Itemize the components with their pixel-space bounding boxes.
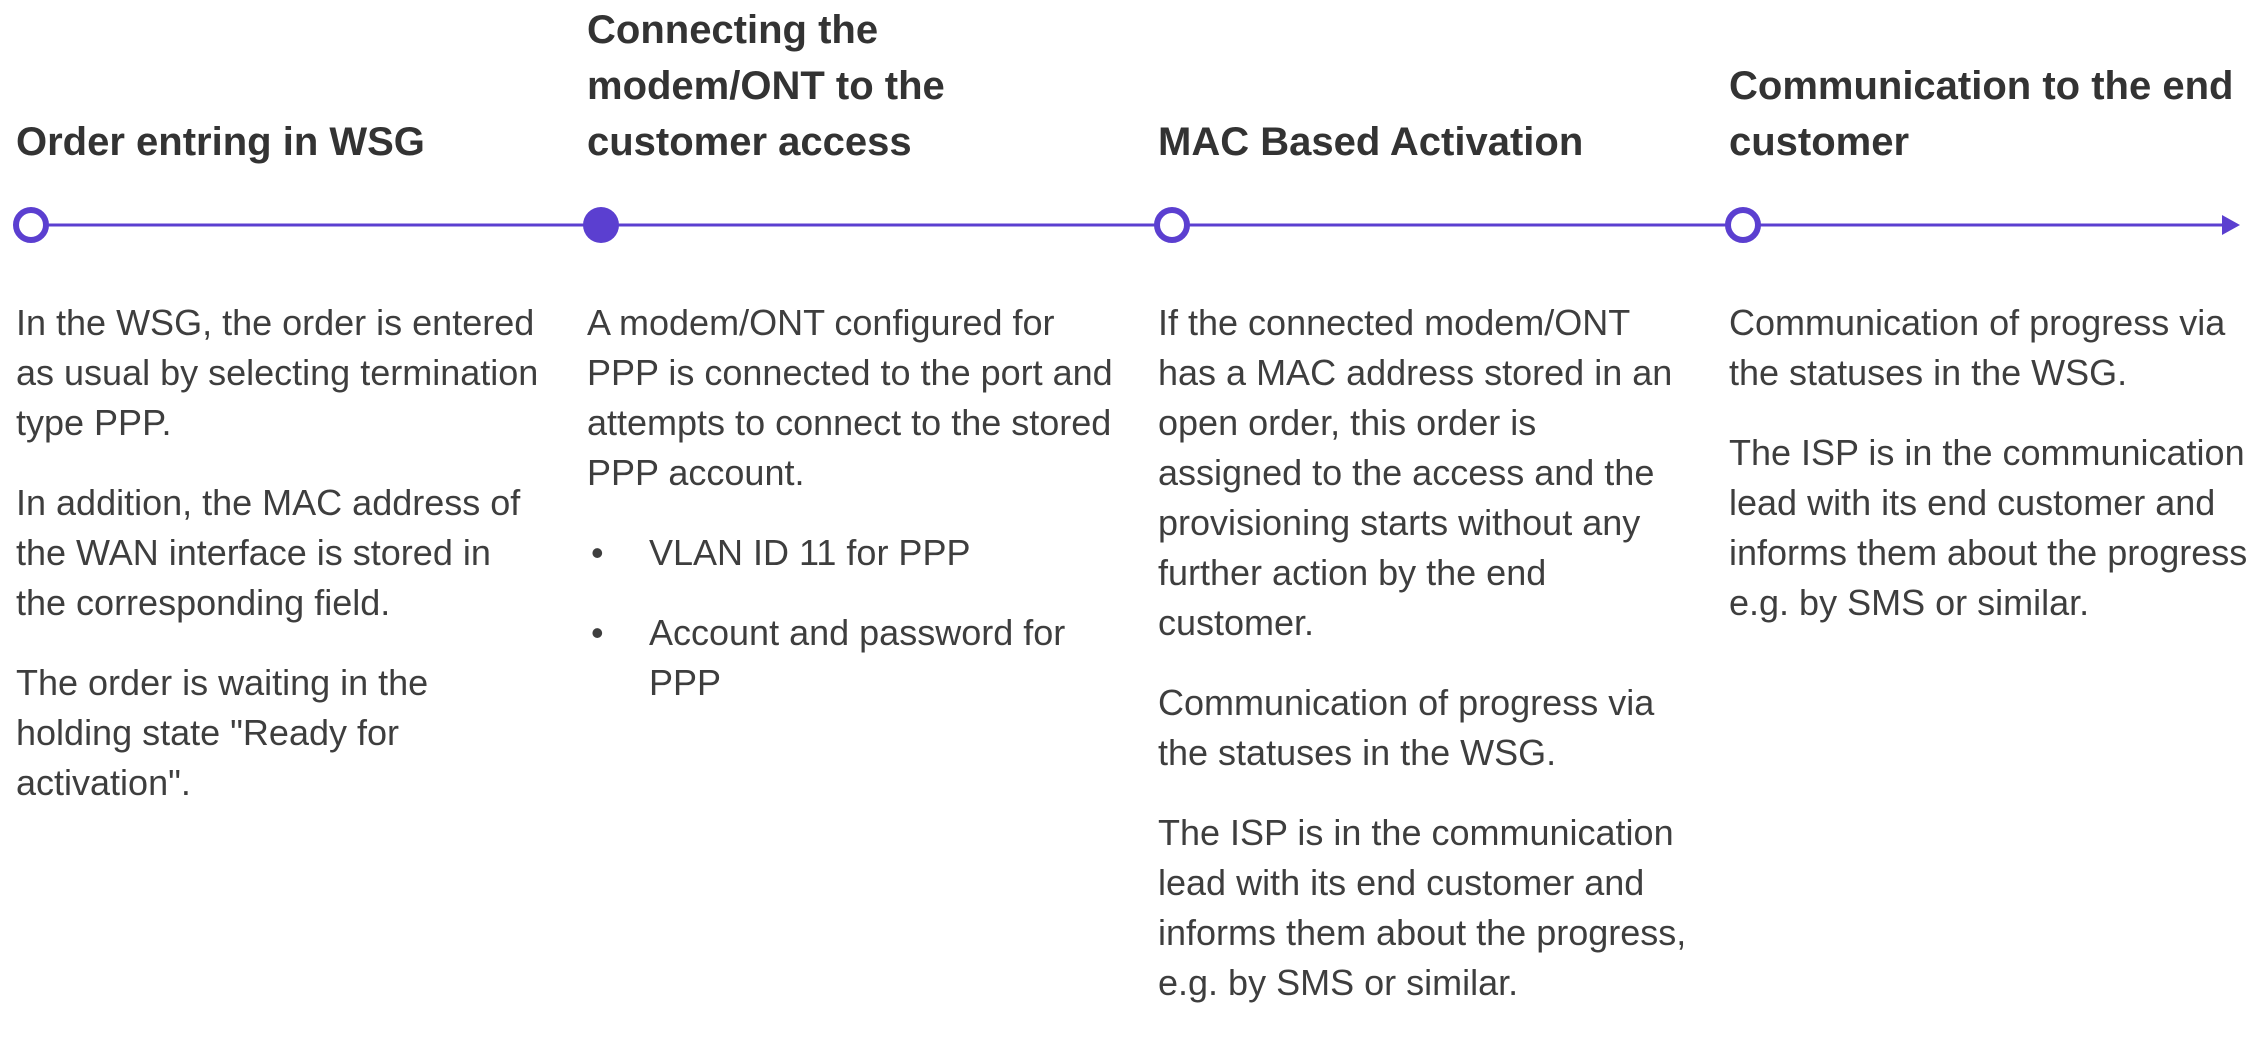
- step-title-line: Communication to the end: [1729, 64, 2234, 108]
- timeline-step-2: Connecting the modem/ONT to the customer a…: [587, 0, 1117, 703]
- step-description: Communication of progress via the status…: [1729, 298, 2247, 658]
- step-title-line: MAC Based Activation: [1158, 120, 1584, 164]
- step-description: In the WSG, the order is entered as usua…: [16, 298, 546, 838]
- timeline-marker-1: [13, 207, 49, 243]
- step-title: Communication to the end customer: [1729, 58, 2233, 170]
- timeline-arrowhead: [2222, 215, 2240, 235]
- step-bullet-item: • VLAN ID 11 for PPP: [587, 528, 1117, 578]
- timeline-step-1: Order entring in WSG In the WSG, the orde…: [16, 0, 546, 803]
- step-description: A modem/ONT configured for PPP is connec…: [587, 298, 1117, 738]
- step-title: MAC Based Activation: [1158, 114, 1583, 170]
- step-paragraph: In the WSG, the order is entered as usua…: [16, 302, 539, 443]
- step-paragraph: The ISP is in the communication lead wit…: [1158, 812, 1687, 1003]
- timeline-step-4: Communication to the end customer Communic…: [1729, 0, 2247, 623]
- step-paragraph: The order is waiting in the holding stat…: [16, 662, 429, 803]
- step-paragraph: In addition, the MAC address of the WAN …: [16, 482, 521, 623]
- step-paragraph: Communication of progress via the status…: [1729, 302, 2226, 393]
- step-bullet-item: • Account and password for PPP: [587, 608, 1117, 708]
- step-paragraph: Communication of progress via the status…: [1158, 682, 1655, 773]
- step-title: Order entring in WSG: [16, 114, 425, 170]
- step-paragraph: A modem/ONT configured for PPP is connec…: [587, 302, 1113, 493]
- step-title-box: MAC Based Activation: [1158, 0, 1688, 170]
- timeline-marker-2: [583, 207, 619, 243]
- step-title-line: modem/ONT to the: [587, 64, 945, 108]
- step-bullet-list: • VLAN ID 11 for PPP • Account and password…: [587, 528, 1117, 708]
- step-title-line: customer access: [587, 120, 912, 164]
- step-bullet-text: Account and password for PPP: [649, 612, 1066, 703]
- bullet-dot-icon: •: [591, 532, 604, 573]
- timeline-marker-4: [1725, 207, 1761, 243]
- step-bullet-text: VLAN ID 11 for PPP: [649, 532, 971, 573]
- step-paragraph: The ISP is in the communication lead wit…: [1729, 432, 2247, 623]
- step-title-line: Connecting the: [587, 8, 879, 52]
- step-paragraph: If the connected modem/ONT has a MAC add…: [1158, 302, 1673, 643]
- timeline-marker-3: [1154, 207, 1190, 243]
- timeline-step-3: MAC Based Activation If the connected mod…: [1158, 0, 1688, 1003]
- process-timeline: Order entring in WSG In the WSG, the orde…: [0, 0, 2247, 1048]
- step-description: If the connected modem/ONT has a MAC add…: [1158, 298, 1688, 1038]
- step-title-line: Order entring in WSG: [16, 120, 425, 164]
- step-title-box: Communication to the end customer: [1729, 0, 2247, 170]
- step-title: Connecting the modem/ONT to the customer a…: [587, 2, 945, 170]
- bullet-dot-icon: •: [591, 612, 604, 653]
- step-title-box: Connecting the modem/ONT to the customer a…: [587, 0, 1117, 170]
- step-title-box: Order entring in WSG: [16, 0, 546, 170]
- step-title-line: customer: [1729, 120, 1910, 164]
